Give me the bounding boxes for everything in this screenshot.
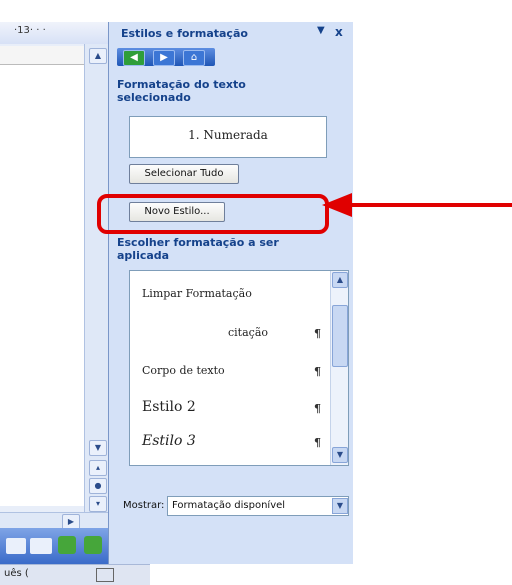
show-label: Mostrar: xyxy=(123,500,165,511)
status-bar: uês ( xyxy=(0,564,150,585)
home-icon[interactable]: ⌂ xyxy=(183,50,205,66)
document-page[interactable] xyxy=(0,46,85,506)
red-arrow-icon xyxy=(322,193,512,217)
horizontal-scrollbar[interactable]: ▶ xyxy=(0,512,108,530)
styles-task-pane: Estilos e formatação ▼ x ◀ ▶ ⌂ Formataçã… xyxy=(108,22,353,564)
scroll-up-icon[interactable]: ▲ xyxy=(332,272,348,288)
reading-view-icon[interactable] xyxy=(84,536,102,554)
scroll-down-icon[interactable]: ▼ xyxy=(332,447,348,463)
pane-menu-icon[interactable]: ▼ xyxy=(317,25,325,36)
outline-view-icon[interactable] xyxy=(30,538,52,554)
formatting-toolbar: ·13· · · xyxy=(0,22,108,45)
scroll-up-icon[interactable]: ▲ xyxy=(89,48,107,64)
scroll-thumb[interactable] xyxy=(332,305,348,367)
chevron-down-icon[interactable]: ▼ xyxy=(332,498,348,514)
show-dropdown[interactable]: Formatação disponível ▼ xyxy=(167,496,349,516)
selected-format-box[interactable]: 1. Numerada xyxy=(129,116,327,158)
font-size-box[interactable]: ·13· · · xyxy=(14,25,46,36)
show-dropdown-value: Formatação disponível xyxy=(172,500,286,511)
print-layout-icon[interactable] xyxy=(58,536,76,554)
new-style-highlight-box xyxy=(97,194,329,234)
styles-list[interactable]: Limpar Formatação citação ¶ Corpo de tex… xyxy=(129,270,349,466)
back-icon[interactable]: ◀ xyxy=(123,50,145,66)
status-language: uês ( xyxy=(4,568,29,579)
scroll-down-icon[interactable]: ▼ xyxy=(89,440,107,456)
browse-object-icon[interactable]: ● xyxy=(89,478,107,494)
pilcrow-icon: ¶ xyxy=(314,365,321,378)
choose-format-heading: Escolher formatação a ser aplicada xyxy=(117,236,279,262)
selected-format-value: 1. Numerada xyxy=(188,128,268,142)
style-item-clear[interactable]: Limpar Formatação xyxy=(142,287,252,300)
next-page-icon[interactable]: ▾ xyxy=(89,496,107,512)
normal-view-icon[interactable] xyxy=(6,538,26,554)
spellcheck-icon[interactable] xyxy=(96,568,114,582)
select-all-button[interactable]: Selecionar Tudo xyxy=(129,164,239,184)
pilcrow-icon: ¶ xyxy=(314,327,321,340)
style-item-citacao[interactable]: citação xyxy=(228,326,268,339)
ruler xyxy=(0,46,84,65)
pilcrow-icon: ¶ xyxy=(314,436,321,449)
pane-header: Estilos e formatação ▼ x xyxy=(109,22,353,44)
selected-format-heading: Formatação do texto selecionado xyxy=(117,78,246,104)
pilcrow-icon: ¶ xyxy=(314,402,321,415)
vertical-scrollbar[interactable]: ▲ ▼ ▴ ● ▾ xyxy=(84,44,109,514)
pane-title: Estilos e formatação xyxy=(121,27,248,40)
pane-nav-bar: ◀ ▶ ⌂ xyxy=(117,48,215,66)
forward-icon[interactable]: ▶ xyxy=(153,50,175,66)
previous-page-icon[interactable]: ▴ xyxy=(89,460,107,476)
styles-list-scrollbar[interactable]: ▲ ▼ xyxy=(330,271,348,465)
style-item-corpo[interactable]: Corpo de texto xyxy=(142,364,225,377)
close-icon[interactable]: x xyxy=(335,25,343,39)
style-item-estilo-3[interactable]: Estilo 3 xyxy=(142,433,196,449)
style-item-estilo-2[interactable]: Estilo 2 xyxy=(142,399,196,415)
